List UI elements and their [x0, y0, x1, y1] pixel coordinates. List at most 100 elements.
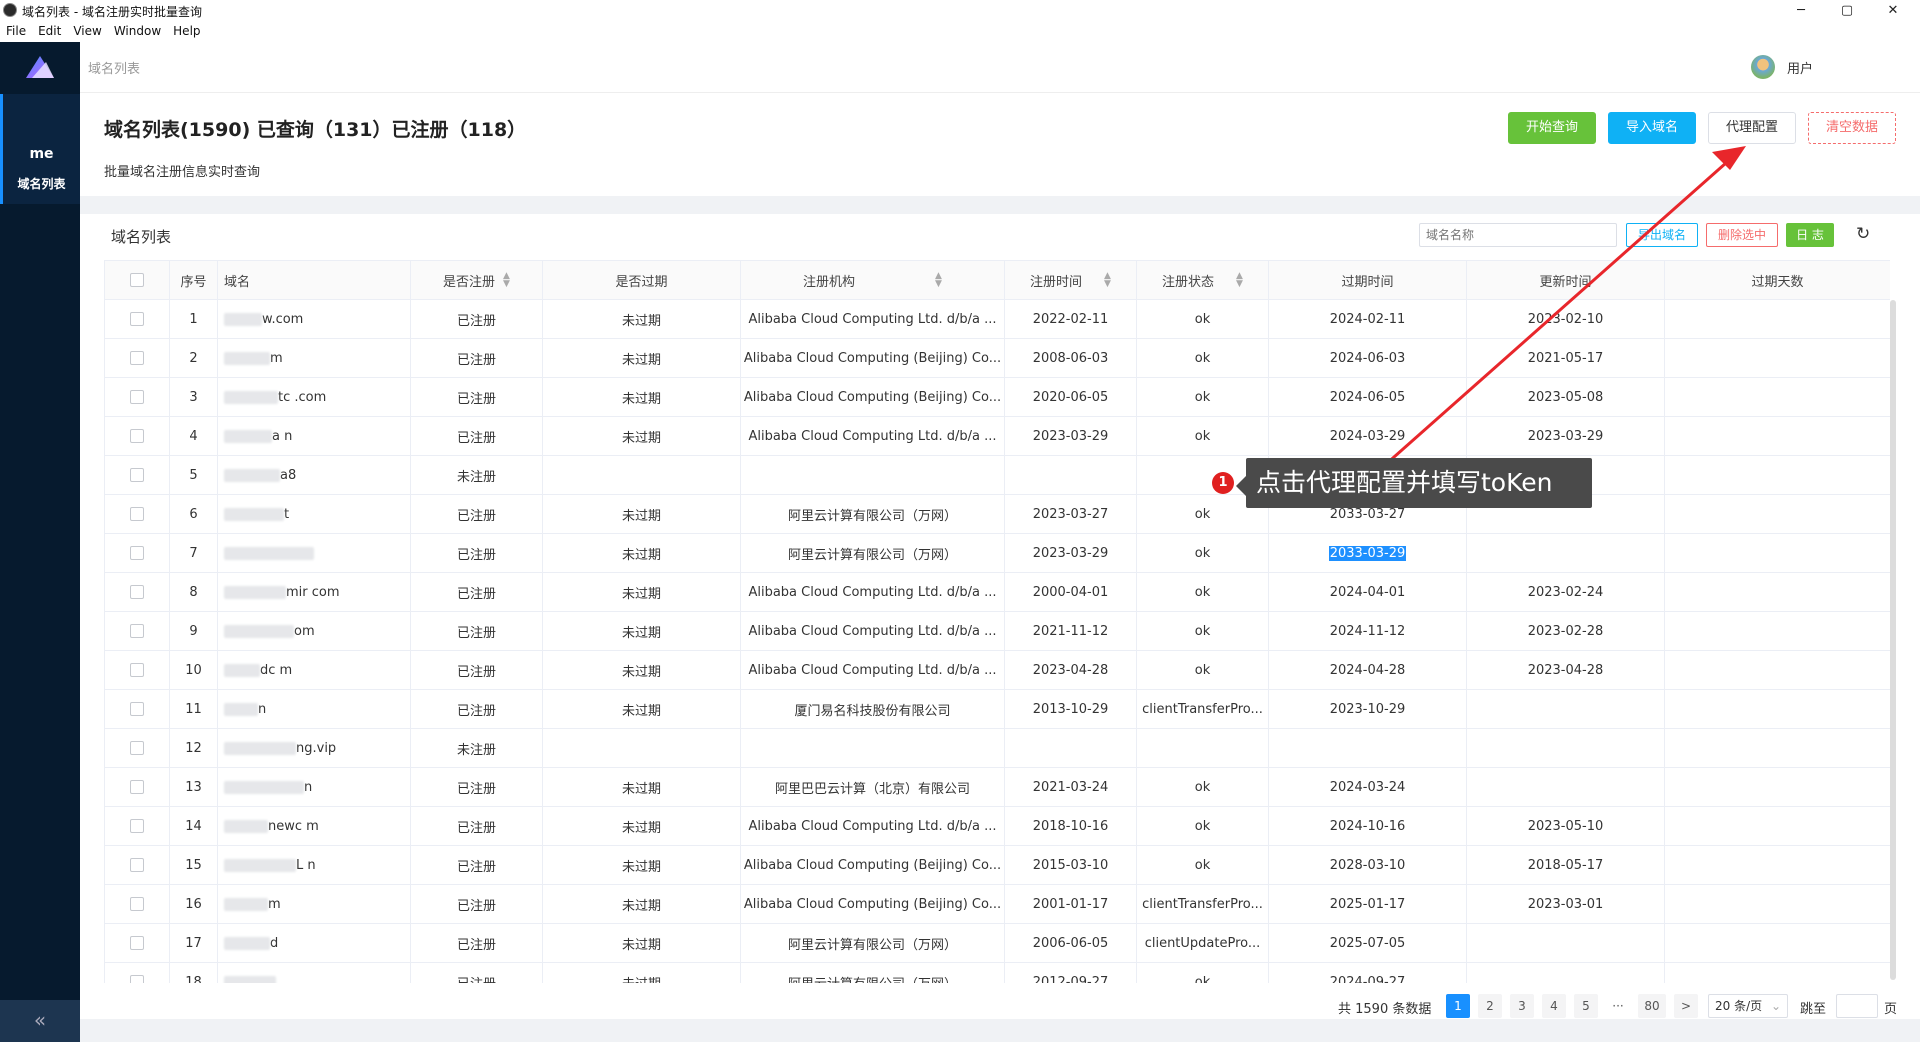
- cell-exptime: 2025-01-17: [1269, 885, 1467, 923]
- row-checkbox-cell[interactable]: [105, 807, 170, 845]
- select-all-checkbox[interactable]: [130, 273, 144, 287]
- row-checkbox[interactable]: [130, 702, 144, 716]
- row-checkbox[interactable]: [130, 936, 144, 950]
- row-checkbox-cell[interactable]: [105, 417, 170, 455]
- row-checkbox-cell[interactable]: [105, 495, 170, 533]
- sort-icon[interactable]: ▲ ▼: [935, 272, 942, 289]
- row-checkbox-cell[interactable]: [105, 924, 170, 962]
- table-row[interactable]: 9 om 已注册 未过期 Alibaba Cloud Computing Ltd. d/…: [105, 612, 1890, 651]
- row-checkbox[interactable]: [130, 624, 144, 638]
- row-checkbox[interactable]: [130, 468, 144, 482]
- row-checkbox[interactable]: [130, 351, 144, 365]
- maximize-button[interactable]: ▢: [1824, 1, 1870, 21]
- table-row[interactable]: 13 n 已注册 未过期 阿里巴巴云计算（北京）有限公司 2021-03-24 ok 2024…: [105, 768, 1890, 807]
- page-1-button[interactable]: 1: [1446, 994, 1470, 1018]
- table-row[interactable]: 5 a8 未注册: [105, 456, 1890, 495]
- row-checkbox-cell[interactable]: [105, 846, 170, 884]
- row-checkbox[interactable]: [130, 741, 144, 755]
- table-row[interactable]: 6 t 已注册 未过期 阿里云计算有限公司（万网） 2023-03-27 ok 2033-03…: [105, 495, 1890, 534]
- table-row[interactable]: 4 a n 已注册 未过期 Alibaba Cloud Computing Ltd. d…: [105, 417, 1890, 456]
- page-3-button[interactable]: 3: [1510, 994, 1534, 1018]
- proxy-config-button[interactable]: 代理配置: [1708, 112, 1796, 144]
- table-row[interactable]: 3 tc .com 已注册 未过期 Alibaba Cloud Computing (B…: [105, 378, 1890, 417]
- row-checkbox-cell[interactable]: [105, 768, 170, 806]
- cell-status: ok: [1137, 963, 1269, 983]
- next-page-button[interactable]: >: [1674, 994, 1698, 1018]
- column-header-status[interactable]: 注册状态 ▲ ▼: [1137, 261, 1269, 299]
- table-row[interactable]: 7 已注册 未过期 阿里云计算有限公司（万网） 2023-03-29 ok 2033-03-…: [105, 534, 1890, 573]
- user-name[interactable]: 用户: [1787, 58, 1813, 77]
- domain-search-input[interactable]: [1419, 223, 1617, 247]
- table-row[interactable]: 11 n 已注册 未过期 厦门易名科技股份有限公司 2013-10-29 clientTra…: [105, 690, 1890, 729]
- log-button[interactable]: 日 志: [1786, 223, 1834, 247]
- delete-selected-button[interactable]: 删除选中: [1706, 223, 1778, 247]
- avatar[interactable]: [1751, 55, 1775, 79]
- export-domains-button[interactable]: 导出域名: [1626, 223, 1698, 247]
- table-row[interactable]: 2 m 已注册 未过期 Alibaba Cloud Computing (Beijing…: [105, 339, 1890, 378]
- row-checkbox-cell[interactable]: [105, 885, 170, 923]
- column-header-registrar[interactable]: 注册机构 ▲ ▼: [741, 261, 1005, 299]
- page-size-select[interactable]: 20 条/页 ⌄: [1708, 994, 1788, 1018]
- table-row[interactable]: 18 已注册 未过期 阿里云计算有限公司（万网） 2012-09-27 ok 2024-09…: [105, 963, 1890, 983]
- table-row[interactable]: 8 mir com 已注册 未过期 Alibaba Cloud Computing Lt…: [105, 573, 1890, 612]
- row-checkbox[interactable]: [130, 663, 144, 677]
- row-checkbox-cell[interactable]: [105, 456, 170, 494]
- sidebar-collapse-button[interactable]: «: [0, 1000, 80, 1042]
- sort-icon[interactable]: ▲ ▼: [503, 272, 510, 289]
- refresh-icon[interactable]: ↻: [1856, 224, 1876, 244]
- row-checkbox-cell[interactable]: [105, 339, 170, 377]
- page-4-button[interactable]: 4: [1542, 994, 1566, 1018]
- page-ellipsis[interactable]: ···: [1606, 994, 1630, 1018]
- row-checkbox-cell[interactable]: [105, 300, 170, 338]
- row-checkbox[interactable]: [130, 429, 144, 443]
- row-checkbox-cell[interactable]: [105, 651, 170, 689]
- row-checkbox[interactable]: [130, 507, 144, 521]
- column-header-regtime[interactable]: 注册时间 ▲ ▼: [1005, 261, 1137, 299]
- table-row[interactable]: 12 ng.vip 未注册: [105, 729, 1890, 768]
- menu-help[interactable]: Help: [167, 22, 206, 42]
- row-checkbox-cell[interactable]: [105, 690, 170, 728]
- sort-icon[interactable]: ▲ ▼: [1236, 272, 1243, 289]
- row-checkbox[interactable]: [130, 897, 144, 911]
- row-checkbox-cell[interactable]: [105, 378, 170, 416]
- row-checkbox[interactable]: [130, 585, 144, 599]
- row-checkbox[interactable]: [130, 780, 144, 794]
- row-checkbox-cell[interactable]: [105, 612, 170, 650]
- row-checkbox[interactable]: [130, 312, 144, 326]
- start-query-button[interactable]: 开始查询: [1508, 112, 1596, 144]
- import-domains-button[interactable]: 导入域名: [1608, 112, 1696, 144]
- row-checkbox-cell[interactable]: [105, 729, 170, 767]
- column-header-registered[interactable]: 是否注册 ▲ ▼: [411, 261, 543, 299]
- sidebar-item-domain-list[interactable]: me 域名列表: [0, 94, 80, 204]
- menu-window[interactable]: Window: [108, 22, 167, 42]
- goto-page-input[interactable]: [1836, 994, 1878, 1018]
- row-checkbox[interactable]: [130, 546, 144, 560]
- row-checkbox-cell[interactable]: [105, 573, 170, 611]
- row-checkbox[interactable]: [130, 819, 144, 833]
- menu-file[interactable]: File: [0, 22, 32, 42]
- table-row[interactable]: 10 dc m 已注册 未过期 Alibaba Cloud Computing Ltd.…: [105, 651, 1890, 690]
- row-checkbox[interactable]: [130, 975, 144, 983]
- page-5-button[interactable]: 5: [1574, 994, 1598, 1018]
- menu-view[interactable]: View: [67, 22, 107, 42]
- exp-text: 未过期: [621, 313, 661, 329]
- row-checkbox-cell[interactable]: [105, 534, 170, 572]
- table-row[interactable]: 17 d 已注册 未过期 阿里云计算有限公司（万网） 2006-06-05 clientUp…: [105, 924, 1890, 963]
- minimize-button[interactable]: ─: [1778, 1, 1824, 21]
- table-row[interactable]: 1 w.com 已注册 未过期 Alibaba Cloud Computing Ltd.…: [105, 300, 1890, 339]
- close-button[interactable]: ✕: [1870, 1, 1916, 21]
- row-checkbox-cell[interactable]: [105, 963, 170, 983]
- page-2-button[interactable]: 2: [1478, 994, 1502, 1018]
- vertical-scrollbar[interactable]: [1890, 300, 1896, 980]
- clear-data-button[interactable]: 清空数据: [1808, 112, 1896, 144]
- row-checkbox[interactable]: [130, 390, 144, 404]
- row-checkbox[interactable]: [130, 858, 144, 872]
- menu-edit[interactable]: Edit: [32, 22, 67, 42]
- sort-icon[interactable]: ▲ ▼: [1104, 272, 1111, 289]
- page-80-button[interactable]: 80: [1638, 994, 1666, 1018]
- table-row[interactable]: 15 L n 已注册 未过期 Alibaba Cloud Computing (Beij…: [105, 846, 1890, 885]
- select-all-checkbox-cell[interactable]: [105, 261, 170, 299]
- table-row[interactable]: 16 m 已注册 未过期 Alibaba Cloud Computing (Beijin…: [105, 885, 1890, 924]
- table-row[interactable]: 14 newc m 已注册 未过期 Alibaba Cloud Computing Lt…: [105, 807, 1890, 846]
- breadcrumb[interactable]: 域名列表: [88, 58, 140, 77]
